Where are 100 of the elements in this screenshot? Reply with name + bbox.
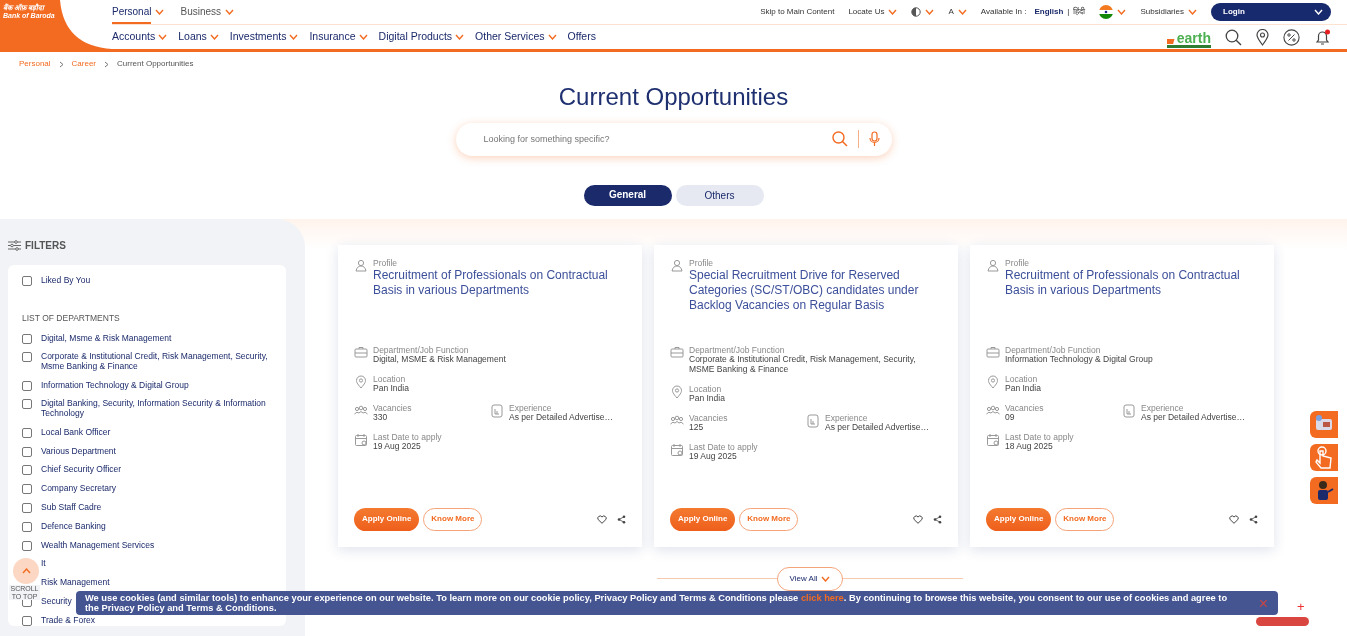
- caret-icon: [225, 9, 235, 15]
- tab[interactable]: General: [583, 184, 672, 206]
- nav-link[interactable]: Investments: [229, 29, 299, 45]
- checkbox-label[interactable]: Wealth Management Services: [41, 540, 155, 551]
- segment-tab[interactable]: Personal: [112, 0, 152, 24]
- page-title: Current Opportunities: [558, 83, 789, 112]
- field-value: Corporate & Institutional Credit, Risk Management, Security, MSME Banking & Finance: [689, 355, 917, 375]
- nav-link[interactable]: Digital Products: [378, 29, 465, 45]
- calendar-icon: [986, 433, 1000, 448]
- calendar-icon: [354, 433, 368, 448]
- field-value: As per Detailed Advertise…: [825, 423, 929, 433]
- nav-link[interactable]: Loans: [178, 29, 219, 45]
- skip-link[interactable]: Skip to Main Content: [760, 6, 835, 18]
- checkbox-label[interactable]: It: [41, 559, 46, 570]
- checkbox-label[interactable]: Corporate & Institutional Credit, Risk Management, Security, Msme Banking & Finance: [41, 352, 276, 372]
- checkbox-label[interactable]: Local Bank Officer: [41, 427, 111, 438]
- caret-icon: [158, 34, 168, 40]
- contrast-icon: [911, 7, 922, 17]
- field-label: Vacancies: [373, 404, 412, 414]
- share-icon[interactable]: [1249, 514, 1258, 524]
- checkbox-label[interactable]: Risk Management: [41, 578, 110, 588]
- cookie-message: We use cookies (and similar tools) to enhance your experience on our website. To learn more on our cookie policy, Privacy Policy and Terms & Conditions please click here. By continuing to browse this website, you consent to our use of cookies and agree to the Privacy Policy and Terms & Conditions.: [85, 593, 1229, 614]
- checkbox[interactable]: [22, 427, 32, 438]
- checkbox-label[interactable]: Liked By You: [41, 275, 91, 286]
- document-icon: [490, 404, 504, 418]
- caret-icon: [957, 9, 967, 15]
- language-link[interactable]: English: [1034, 6, 1064, 18]
- location-icon[interactable]: [1256, 28, 1269, 46]
- job-title[interactable]: Recruitment of Professionals on Contractual Basis in various Departments: [373, 268, 626, 299]
- nav-link[interactable]: Other Services: [475, 29, 557, 45]
- checkbox[interactable]: [22, 521, 32, 532]
- field-label: Profile: [689, 258, 715, 269]
- share-icon[interactable]: [933, 514, 942, 524]
- checkbox-label[interactable]: Various Department: [41, 446, 116, 457]
- briefcase-icon: [986, 345, 1000, 360]
- search-icon[interactable]: [1225, 28, 1242, 46]
- field-value: 330: [373, 413, 389, 424]
- expand-button[interactable]: +: [1297, 600, 1305, 613]
- share-icon[interactable]: [617, 514, 626, 524]
- field-value: Pan India: [689, 394, 725, 404]
- locate-link[interactable]: Locate Us: [848, 6, 885, 18]
- field-value: 19 Aug 2025: [689, 452, 737, 462]
- login-button[interactable]: Login: [1211, 3, 1331, 21]
- checkbox-label[interactable]: Information Technology & Digital Group: [41, 380, 189, 391]
- chat-badge[interactable]: [1256, 617, 1309, 626]
- checkbox[interactable]: [22, 399, 32, 410]
- tab[interactable]: Others: [675, 184, 764, 206]
- caret-icon: [888, 9, 898, 15]
- view-all-button[interactable]: View All: [776, 566, 844, 591]
- field-value: 19 Aug 2025: [373, 442, 421, 453]
- checkbox[interactable]: [22, 333, 32, 344]
- field-label: Last Date to apply: [1005, 433, 1074, 443]
- flag-icon: [1099, 5, 1114, 19]
- heart-icon[interactable]: [913, 514, 923, 524]
- separator-text: |: [1067, 6, 1070, 18]
- font-size-control[interactable]: A: [948, 6, 954, 18]
- filters-heading: FILTERS: [25, 238, 66, 253]
- checkbox[interactable]: [22, 615, 32, 626]
- nav-link[interactable]: Offers: [567, 29, 596, 45]
- field-label: Location: [689, 384, 723, 394]
- checkbox-label[interactable]: Digital Banking, Security, Information Security & Information Technology: [41, 399, 276, 419]
- segment-tab[interactable]: Business: [180, 0, 222, 24]
- caret-icon: [1188, 9, 1197, 15]
- nav-link[interactable]: Accounts: [112, 29, 168, 45]
- breadcrumb-current: Current Opportunities: [117, 58, 194, 70]
- job-title[interactable]: Special Recruitment Drive for Reserved Categories (SC/ST/OBC) candidates under Backlog Vacancies on Regular Basis: [689, 268, 942, 314]
- checkbox[interactable]: [22, 540, 32, 551]
- checkbox-label[interactable]: Digital, Msme & Risk Management: [41, 333, 172, 344]
- checkbox[interactable]: [22, 352, 32, 363]
- heart-icon[interactable]: [1229, 514, 1239, 524]
- checkbox[interactable]: [22, 484, 32, 495]
- bell-icon[interactable]: [1314, 28, 1331, 46]
- field-label: Location: [373, 374, 407, 384]
- checkbox-label[interactable]: Company Secretary: [41, 484, 117, 494]
- checkbox-label[interactable]: Chief Security Officer: [41, 465, 122, 476]
- checkbox[interactable]: [22, 275, 32, 286]
- caret-icon: [1314, 9, 1323, 15]
- nav-link[interactable]: Insurance: [309, 29, 368, 45]
- floating-button[interactable]: [1310, 477, 1338, 504]
- checkbox-label[interactable]: Security: [41, 596, 72, 607]
- checkbox-label[interactable]: Defence Banking: [41, 521, 106, 532]
- language-link[interactable]: हिंदी: [1073, 6, 1086, 18]
- field-label: Experience: [1141, 404, 1185, 413]
- profile-icon: [670, 258, 684, 273]
- checkbox[interactable]: [22, 503, 32, 513]
- search-field[interactable]: Looking for something specific?: [481, 131, 832, 148]
- language-label: Available In :: [980, 6, 1027, 18]
- checkbox[interactable]: [22, 465, 32, 476]
- caret-icon: [289, 34, 299, 40]
- subsidiaries-link[interactable]: Subsidiaries: [1140, 6, 1184, 18]
- checkbox[interactable]: [22, 380, 32, 391]
- caret-icon: [821, 575, 831, 582]
- heart-icon[interactable]: [597, 514, 607, 524]
- caret-icon: [358, 34, 368, 40]
- checkbox[interactable]: [22, 446, 32, 457]
- percent-icon[interactable]: [1283, 28, 1300, 46]
- checkbox-label[interactable]: Sub Staff Cadre: [41, 503, 102, 513]
- field-label: Profile: [1005, 258, 1031, 269]
- checkbox-label[interactable]: Trade & Forex: [41, 615, 95, 626]
- job-title[interactable]: Recruitment of Professionals on Contractual Basis in various Departments: [1005, 268, 1258, 299]
